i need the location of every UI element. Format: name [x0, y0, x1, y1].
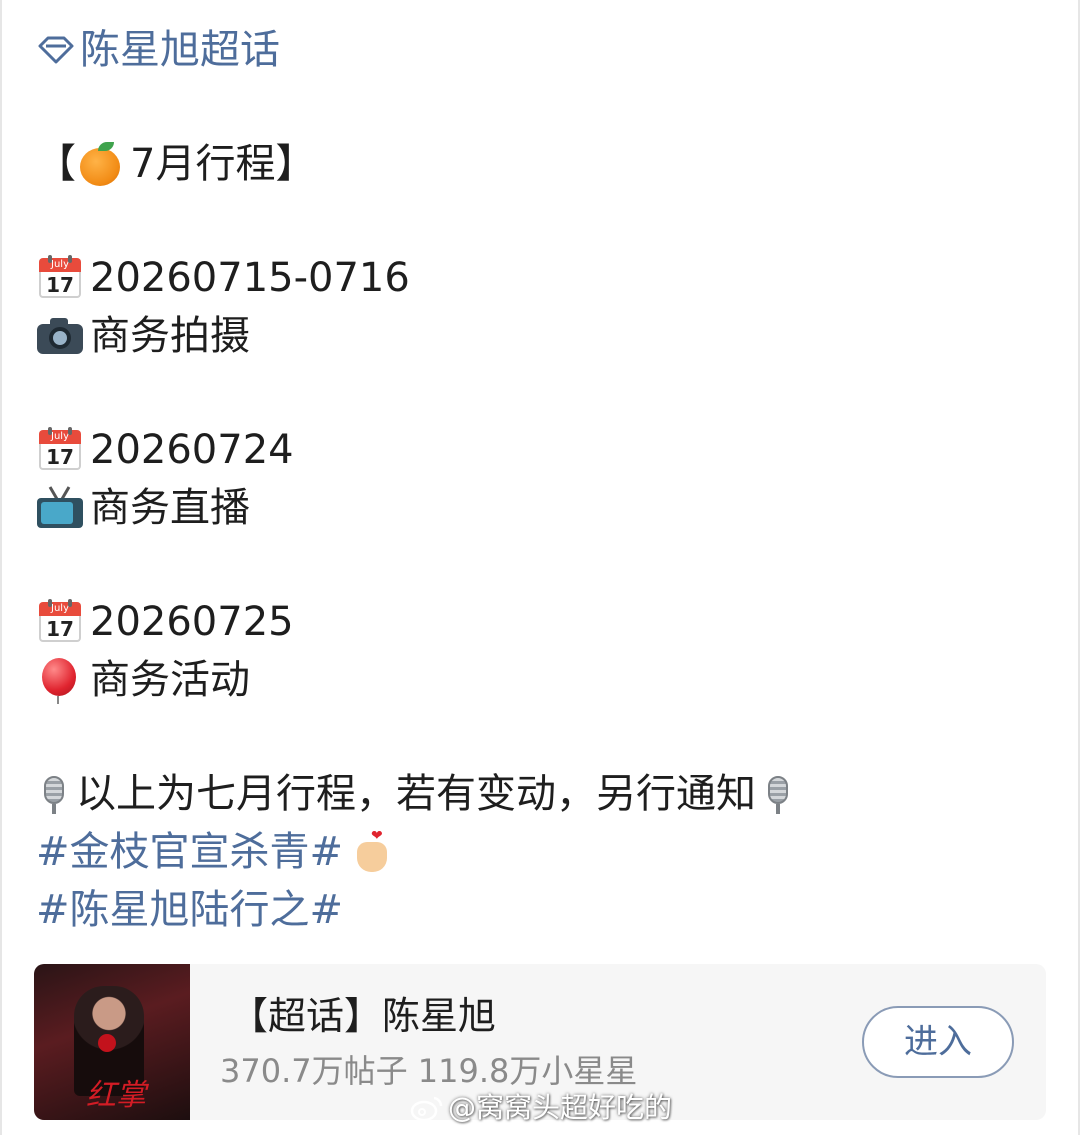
- diamond-icon: [38, 36, 74, 64]
- watermark-text: @窝窝头超好吃的: [448, 1091, 673, 1124]
- schedule-date-2: July 17 20260724: [36, 424, 294, 476]
- schedule-date-3: July 17 20260725: [36, 596, 294, 648]
- microphone-icon: [760, 770, 796, 818]
- calendar-icon: July 17: [36, 426, 84, 474]
- activity-text: 商务直播: [90, 485, 250, 531]
- activity-text: 商务拍摄: [90, 313, 250, 359]
- date-text: 20260725: [90, 599, 294, 645]
- tv-icon: [36, 484, 84, 532]
- notice-text: 以上为七月行程，若有变动，另行通知: [76, 771, 756, 817]
- weibo-icon: [410, 1096, 443, 1122]
- schedule-activity-1: 商务拍摄: [36, 310, 250, 362]
- date-text: 20260715-0716: [90, 255, 410, 301]
- hashtag-row-2: #陈星旭陆行之#: [36, 884, 343, 936]
- finger-heart-icon: ❤: [351, 828, 399, 876]
- schedule-title-text: 7月行程】: [130, 141, 316, 187]
- camera-icon: [36, 312, 84, 360]
- microphone-icon: [36, 770, 72, 818]
- card-stats: 370.7万帖子 119.8万小星星: [220, 1052, 638, 1090]
- title-bracket: 【: [36, 141, 76, 187]
- hashtag-link[interactable]: #陈星旭陆行之#: [36, 884, 343, 936]
- super-topic-thumbnail: 红掌: [34, 964, 190, 1120]
- hashtag-link[interactable]: #金枝官宣杀青#: [36, 826, 343, 878]
- schedule-activity-3: 商务活动: [36, 654, 250, 706]
- super-topic-link[interactable]: 陈星旭超话: [36, 24, 280, 76]
- watermark: @窝窝头超好吃的: [410, 1088, 672, 1128]
- orange-icon: [76, 140, 124, 188]
- balloon-icon: [36, 656, 84, 704]
- calendar-icon: July 17: [36, 598, 84, 646]
- card-title: 【超话】陈星旭: [230, 994, 497, 1038]
- schedule-activity-2: 商务直播: [36, 482, 250, 534]
- calendar-icon: July 17: [36, 254, 84, 302]
- schedule-notice: 以上为七月行程，若有变动，另行通知: [36, 768, 800, 820]
- date-text: 20260724: [90, 427, 294, 473]
- schedule-title: 【 7月行程】: [36, 138, 315, 190]
- thumbnail-script-text: 红掌: [86, 1078, 146, 1113]
- super-topic-label: 陈星旭超话: [80, 27, 280, 73]
- hashtag-row-1: #金枝官宣杀青# ❤: [36, 826, 405, 878]
- activity-text: 商务活动: [90, 657, 250, 703]
- enter-button[interactable]: 进入: [862, 1006, 1014, 1078]
- schedule-date-1: July 17 20260715-0716: [36, 252, 410, 304]
